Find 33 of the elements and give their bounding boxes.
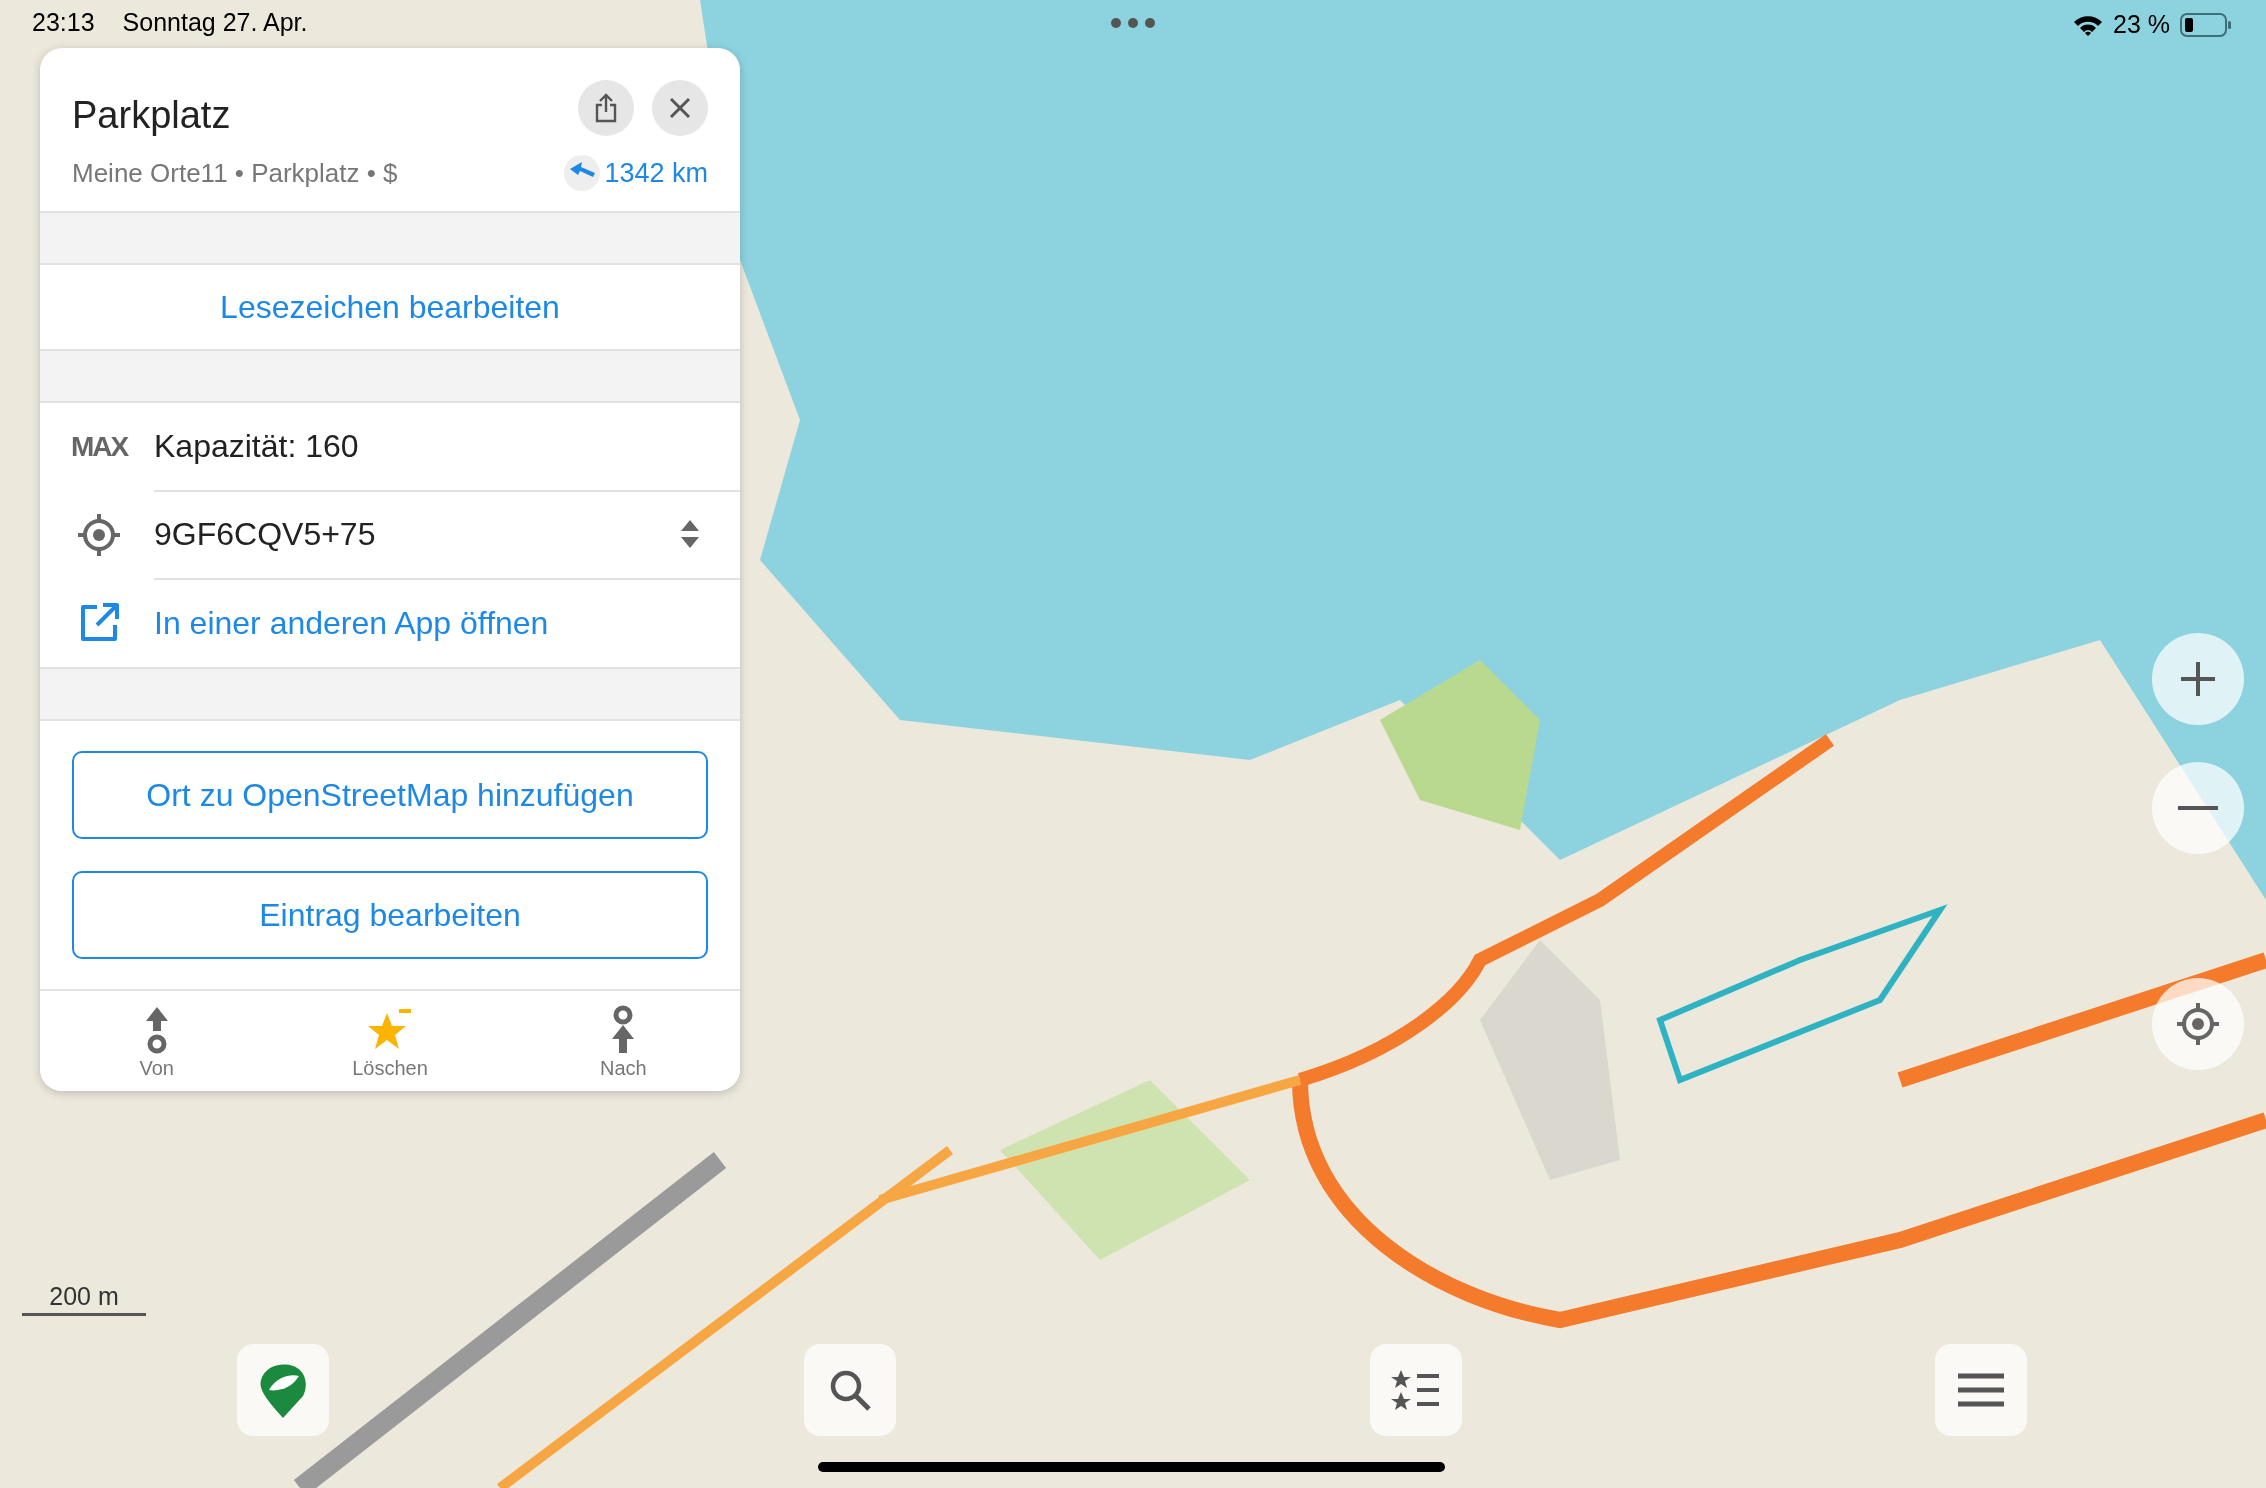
place-subtitle: Meine Orte11 • Parkplatz • $ bbox=[72, 157, 399, 189]
open-in-other-app-link[interactable]: In einer anderen App öffnen bbox=[154, 604, 700, 642]
route-to-button[interactable]: Nach bbox=[506, 991, 740, 1091]
bookmarks-list-icon bbox=[1391, 1368, 1441, 1412]
status-date: Sonntag 27. Apr. bbox=[122, 8, 308, 37]
menu-icon bbox=[1958, 1373, 2004, 1407]
minus-icon bbox=[2178, 805, 2218, 811]
max-capacity-icon: MAX bbox=[70, 431, 128, 463]
share-icon bbox=[594, 92, 618, 123]
add-to-osm-button[interactable]: Ort zu OpenStreetMap hinzufügen bbox=[72, 751, 708, 839]
more-dots-icon bbox=[1111, 18, 1155, 28]
route-from-button[interactable]: Von bbox=[40, 991, 274, 1091]
plus-icon bbox=[2178, 659, 2218, 699]
coordinates-text: 9GF6CQV5+75 bbox=[154, 515, 377, 553]
place-title: Parkplatz bbox=[72, 93, 232, 137]
battery-icon bbox=[2180, 12, 2232, 37]
menu-button[interactable] bbox=[1935, 1344, 2027, 1436]
capacity-text: Kapazität: 160 bbox=[154, 427, 360, 465]
search-button[interactable] bbox=[804, 1344, 896, 1436]
battery-percent: 23 % bbox=[2113, 10, 2170, 39]
wifi-icon bbox=[2073, 13, 2103, 36]
crosshair-icon bbox=[2176, 1002, 2220, 1046]
close-icon bbox=[668, 95, 692, 120]
app-logo-button[interactable] bbox=[237, 1344, 329, 1436]
search-icon bbox=[828, 1368, 872, 1412]
scale-bar: 200 m bbox=[22, 1282, 146, 1316]
distance-label: 1342 km bbox=[604, 157, 708, 189]
crosshair-icon bbox=[77, 513, 121, 557]
edit-entry-button[interactable]: Eintrag bearbeiten bbox=[72, 871, 708, 959]
up-down-icon[interactable] bbox=[680, 519, 700, 549]
edit-bookmark-link[interactable]: Lesezeichen bearbeiten bbox=[40, 265, 740, 349]
bookmarks-button[interactable] bbox=[1370, 1344, 1462, 1436]
status-time: 23:13 bbox=[32, 8, 95, 37]
